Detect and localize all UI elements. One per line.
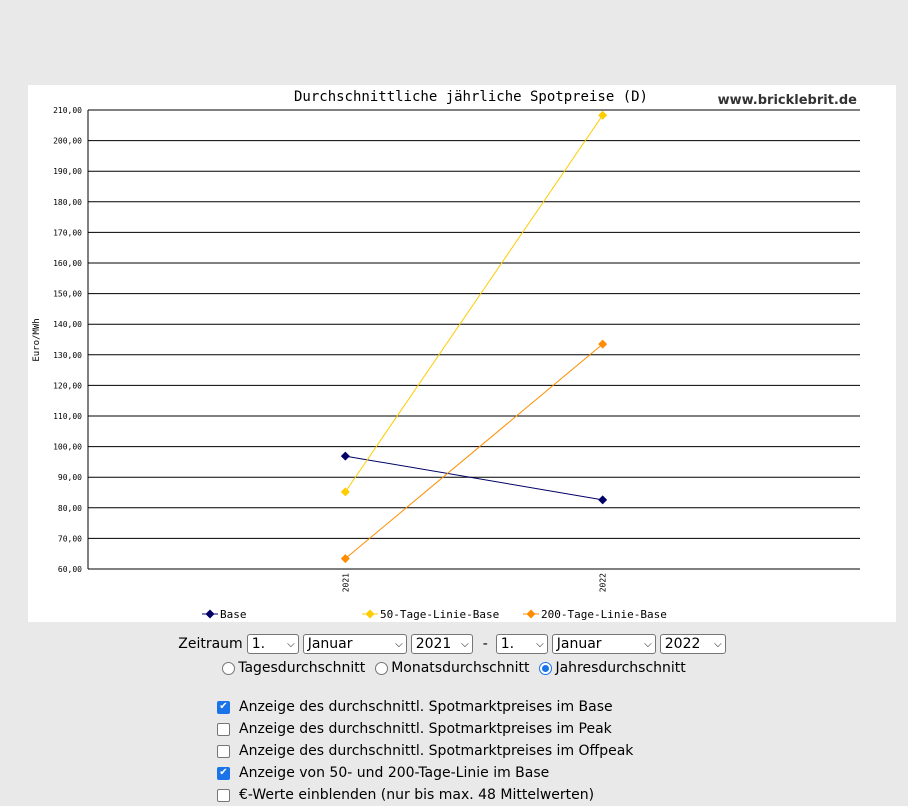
y-tick-label: 90,00	[58, 473, 82, 482]
y-tick-label: 70,00	[58, 534, 82, 543]
y-tick-label: 190,00	[53, 167, 82, 176]
checkbox[interactable]	[217, 744, 230, 758]
to-day-value: 1.	[500, 636, 515, 652]
radio-button[interactable]	[375, 661, 389, 675]
to-year-select[interactable]: 2022 ⌵	[659, 634, 726, 654]
radio-button[interactable]	[539, 661, 553, 675]
radio-label: Jahresdurchschnitt	[555, 660, 686, 676]
radio-label: Monatsdurchschnitt	[391, 660, 530, 676]
checkbox-row-euro-values[interactable]: €-Werte einblenden (nur bis max. 48 Mitt…	[217, 784, 633, 806]
radio-label: Tagesdurchschnitt	[238, 660, 366, 676]
from-month-select[interactable]: Januar ⌵	[302, 634, 407, 654]
y-tick-label: 100,00	[53, 443, 82, 452]
legend-marker	[526, 609, 536, 619]
data-point	[340, 487, 350, 497]
checkbox[interactable]: ✔	[217, 766, 230, 780]
chevron-down-icon: ⌵	[644, 638, 652, 650]
checkbox-row-base[interactable]: ✔ Anzeige des durchschnittl. Spotmarktpr…	[217, 696, 633, 718]
y-tick-label: 160,00	[53, 259, 82, 268]
x-tick-label: 2021	[341, 573, 350, 592]
y-tick-label: 120,00	[53, 381, 82, 390]
chart-panel: Durchschnittliche jährliche Spotpreise (…	[28, 85, 896, 622]
checkbox-label: Anzeige des durchschnittl. Spotmarktprei…	[239, 699, 613, 715]
series-line	[345, 343, 603, 559]
checkbox[interactable]	[217, 788, 230, 802]
from-year-value: 2021	[415, 636, 452, 652]
series-line	[345, 455, 603, 501]
chart-title: Durchschnittliche jährliche Spotpreise (…	[294, 89, 648, 105]
checkbox-label: Anzeige des durchschnittl. Spotmarktprei…	[239, 721, 612, 737]
legend-marker	[365, 609, 375, 619]
y-tick-label: 130,00	[53, 351, 82, 360]
to-year-value: 2022	[664, 636, 701, 652]
from-day-select[interactable]: 1. ⌵	[246, 634, 299, 654]
y-tick-label: 170,00	[53, 228, 82, 237]
from-day-value: 1.	[251, 636, 266, 652]
data-point	[598, 495, 608, 505]
legend-marker	[205, 609, 215, 619]
checkbox-label: Anzeige von 50- und 200-Tage-Linie im Ba…	[239, 765, 550, 781]
chevron-down-icon: ⌵	[536, 638, 544, 650]
chevron-down-icon: ⌵	[287, 638, 295, 650]
y-tick-label: 110,00	[53, 412, 82, 421]
from-month-value: Januar	[307, 636, 353, 652]
y-axis-label: Euro/MWh	[32, 318, 42, 361]
from-year-select[interactable]: 2021 ⌵	[410, 634, 473, 654]
checkbox-label: Anzeige des durchschnittl. Spotmarktprei…	[239, 743, 634, 759]
controls-panel: Zeitraum 1. ⌵ Januar ⌵ 2021 ⌵ - 1. ⌵ Jan…	[0, 632, 908, 803]
checkbox[interactable]: ✔	[217, 700, 230, 714]
spot-price-chart: Durchschnittliche jährliche Spotpreise (…	[32, 89, 860, 621]
checkbox-label: €-Werte einblenden (nur bis max. 48 Mitt…	[239, 787, 595, 803]
y-tick-label: 200,00	[53, 137, 82, 146]
checkbox-row-offpeak[interactable]: Anzeige des durchschnittl. Spotmarktprei…	[217, 740, 633, 762]
to-month-select[interactable]: Januar ⌵	[551, 634, 656, 654]
checkbox[interactable]	[217, 722, 230, 736]
y-tick-label: 80,00	[58, 504, 82, 513]
radio-jahresdurchschnitt[interactable]: Jahresdurchschnitt	[539, 660, 686, 676]
chevron-down-icon: ⌵	[714, 638, 722, 650]
radio-monatsdurchschnitt[interactable]: Monatsdurchschnitt	[375, 660, 529, 676]
y-tick-label: 180,00	[53, 198, 82, 207]
chevron-down-icon: ⌵	[461, 638, 469, 650]
period-row: Zeitraum 1. ⌵ Januar ⌵ 2021 ⌵ - 1. ⌵ Jan…	[0, 632, 908, 656]
legend-label: 200-Tage-Linie-Base	[541, 608, 667, 621]
watermark-text: www.bricklebrit.de	[718, 93, 858, 108]
chevron-down-icon: ⌵	[395, 638, 403, 650]
radio-tagesdurchschnitt[interactable]: Tagesdurchschnitt	[222, 660, 365, 676]
zeitraum-label: Zeitraum	[178, 636, 243, 652]
to-month-value: Januar	[556, 636, 602, 652]
y-tick-label: 60,00	[58, 565, 82, 574]
data-point	[340, 451, 350, 461]
legend-label: 50-Tage-Linie-Base	[380, 608, 499, 621]
y-tick-label: 150,00	[53, 290, 82, 299]
period-separator: -	[482, 636, 488, 652]
to-day-select[interactable]: 1. ⌵	[495, 634, 548, 654]
radio-button[interactable]	[222, 661, 236, 675]
data-point	[598, 110, 608, 120]
checkbox-row-peak[interactable]: Anzeige des durchschnittl. Spotmarktprei…	[217, 718, 633, 740]
x-tick-label: 2022	[599, 573, 608, 592]
options-checkbox-list: ✔ Anzeige des durchschnittl. Spotmarktpr…	[217, 696, 633, 806]
series-line	[344, 114, 604, 493]
checkbox-row-moving-average[interactable]: ✔ Anzeige von 50- und 200-Tage-Linie im …	[217, 762, 633, 784]
y-tick-label: 210,00	[53, 106, 82, 115]
average-type-row: Tagesdurchschnitt Monatsdurchschnitt Jah…	[0, 656, 908, 680]
y-tick-label: 140,00	[53, 320, 82, 329]
legend-label: Base	[220, 608, 247, 621]
